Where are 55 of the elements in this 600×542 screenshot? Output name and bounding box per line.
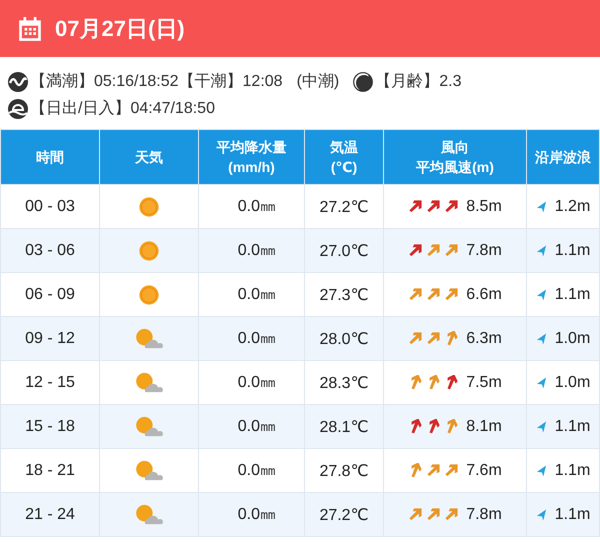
wave-height-text: 1.1m bbox=[554, 286, 590, 304]
wave-height-text: 1.1m bbox=[554, 418, 590, 436]
wave-height-text: 1.0m bbox=[554, 374, 590, 392]
column-header: 沿岸波浪 bbox=[534, 148, 592, 167]
wave-direction-icon bbox=[536, 376, 547, 390]
wave-direction-icon bbox=[536, 332, 547, 346]
time-cell: 15 - 18 bbox=[0, 404, 100, 448]
calendar-icon bbox=[17, 16, 43, 42]
moon-age-text: 【月齢】2.3 bbox=[375, 72, 462, 92]
time-cell: 21 - 24 bbox=[0, 492, 100, 536]
wave-direction-icon bbox=[536, 288, 547, 302]
column-header: (℃) bbox=[330, 158, 358, 177]
date-title: 07月27日(日) bbox=[55, 14, 185, 43]
rain-cell: 0.0㎜ bbox=[198, 404, 304, 448]
wave-height-text: 1.1m bbox=[554, 506, 590, 524]
wind-speed-text: 7.8m bbox=[466, 242, 502, 260]
temperature-cell: 28.0℃ bbox=[304, 316, 384, 360]
wind-speed-text: 6.6m bbox=[466, 286, 502, 304]
moon-icon bbox=[353, 72, 374, 92]
column-header: 平均風速(m) bbox=[415, 158, 495, 177]
temperature-cell: 27.0℃ bbox=[304, 228, 384, 272]
column-header: 天気 bbox=[134, 148, 164, 167]
sunrise-sunset-text: 【日出/日入】04:47/18:50 bbox=[30, 98, 215, 119]
wind-speed-text: 7.8m bbox=[466, 506, 502, 524]
wave-height-text: 1.1m bbox=[554, 462, 590, 480]
tide-icon bbox=[8, 72, 28, 92]
rain-cell: 0.0㎜ bbox=[198, 492, 304, 536]
column-header: 時間 bbox=[35, 148, 65, 167]
wave-direction-icon bbox=[536, 464, 547, 478]
time-cell: 09 - 12 bbox=[0, 316, 100, 360]
wave-height-text: 1.2m bbox=[554, 198, 590, 216]
sunrise-icon bbox=[8, 98, 28, 118]
column-header: 風向 bbox=[440, 138, 470, 157]
rain-cell: 0.0㎜ bbox=[198, 228, 304, 272]
temperature-cell: 28.1℃ bbox=[304, 404, 384, 448]
high-tide-text: 【満潮】05:16/18:52 bbox=[30, 72, 179, 92]
tide-type-text: (中潮) bbox=[296, 72, 340, 92]
wave-height-text: 1.1m bbox=[554, 242, 590, 260]
wave-direction-icon bbox=[536, 508, 547, 522]
wave-direction-icon bbox=[536, 244, 547, 258]
wave-height-text: 1.0m bbox=[554, 330, 590, 348]
wind-speed-text: 7.5m bbox=[466, 374, 502, 392]
column-header: 平均降水量 bbox=[216, 138, 288, 157]
wave-direction-icon bbox=[536, 200, 547, 214]
wind-speed-text: 8.1m bbox=[466, 418, 502, 436]
wave-direction-icon bbox=[536, 420, 547, 434]
time-cell: 03 - 06 bbox=[0, 228, 100, 272]
column-header: 気温 bbox=[328, 138, 359, 157]
low-tide-text: 【干潮】12:08 bbox=[178, 72, 283, 92]
wind-speed-text: 7.6m bbox=[466, 462, 502, 480]
wind-speed-text: 8.5m bbox=[466, 198, 502, 216]
column-header: (mm/h) bbox=[227, 158, 276, 177]
rain-cell: 0.0㎜ bbox=[198, 316, 304, 360]
wind-speed-text: 6.3m bbox=[466, 330, 502, 348]
temperature-cell: 27.2℃ bbox=[304, 492, 384, 536]
